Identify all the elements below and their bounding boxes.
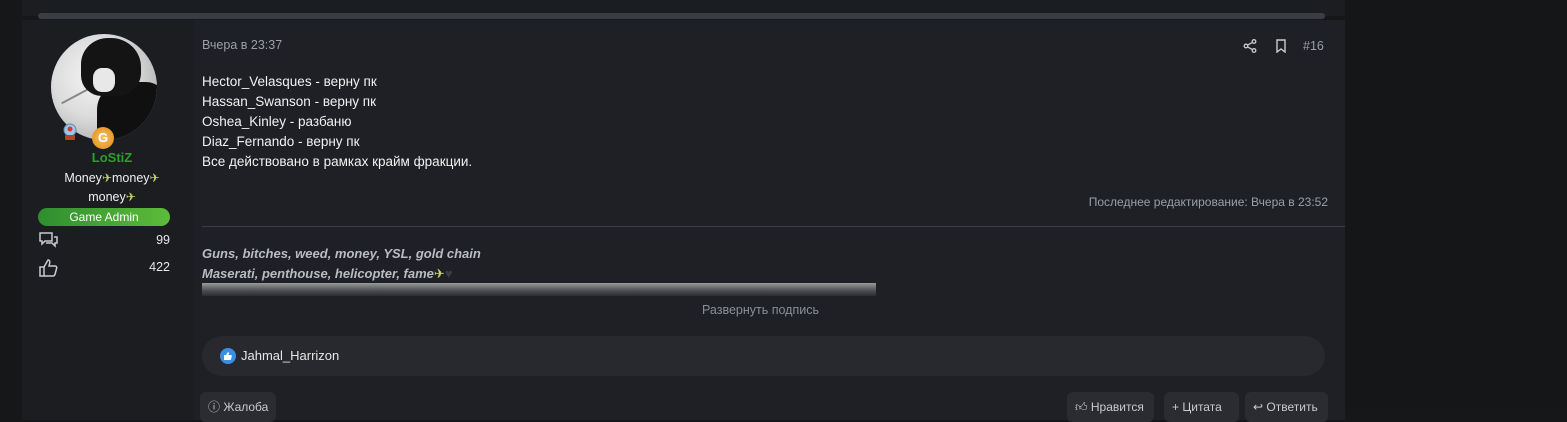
signature-divider — [202, 226, 1345, 227]
user-title: Money✈money✈ money✈ — [42, 169, 182, 207]
post-content: Hector_Velasques - верну пк Hassan_Swans… — [202, 72, 472, 172]
user-title-word: money — [88, 190, 126, 204]
reply-label: Ответить — [1266, 400, 1318, 414]
reactions-count: 422 — [149, 260, 170, 274]
right-gutter — [1345, 0, 1567, 407]
thumbs-up-icon: 👍︎ — [1075, 400, 1088, 414]
like-button[interactable]: 👍︎ Нравится — [1067, 392, 1154, 422]
post-date[interactable]: Вчера в 23:37 — [202, 38, 282, 52]
reaction-users[interactable]: Jahmal_Harrizon — [241, 348, 339, 363]
user-title-word: Money — [64, 171, 102, 185]
money-icon: ✈ — [433, 266, 445, 281]
money-icon: ✈ — [125, 190, 136, 204]
content-line: Oshea_Kinley - разбаню — [202, 114, 352, 129]
messages-icon — [39, 232, 58, 248]
reply-button[interactable]: ↩ Ответить — [1245, 392, 1328, 422]
signature-fade — [202, 283, 876, 296]
signature-line: Maserati, penthouse, helicopter, fame — [202, 266, 434, 281]
heart-icon: ♥ — [444, 266, 453, 281]
money-icon: ✈ — [149, 171, 160, 185]
bookmark-icon[interactable] — [1274, 39, 1288, 53]
report-label: Жалоба — [223, 400, 269, 414]
content-line: Hector_Velasques - верну пк — [202, 74, 377, 89]
last-edited: Последнее редактирование: Вчера в 23:52 — [1088, 195, 1328, 209]
messages-count: 99 — [156, 233, 170, 247]
forum-post: G LoStiZ Money✈money✈ money✈ Game Admin … — [22, 20, 1345, 422]
thumbs-up-icon — [39, 259, 58, 277]
messages-stat[interactable]: 99 — [38, 231, 170, 251]
user-title-word: money — [112, 171, 150, 185]
content-line: Diaz_Fernando - верну пк — [202, 134, 360, 149]
money-icon: ✈ — [101, 171, 112, 185]
snowglobe-badge-icon[interactable] — [62, 123, 78, 141]
quote-label: Цитата — [1182, 400, 1222, 414]
post-main: Вчера в 23:37 #16 Hector_Velasques - вер… — [200, 20, 1345, 422]
reply-icon: ↩ — [1253, 400, 1264, 414]
like-label: Нравится — [1090, 400, 1144, 414]
reactions-bar[interactable]: Jahmal_Harrizon — [202, 336, 1325, 376]
signature: Guns, bitches, weed, money, YSL, gold ch… — [202, 244, 481, 284]
user-info-column: G LoStiZ Money✈money✈ money✈ Game Admin … — [22, 20, 194, 420]
content-line: Все действовано в рамках крайм фракции. — [202, 154, 473, 169]
username[interactable]: LoStiZ — [22, 150, 202, 165]
share-icon[interactable] — [1243, 39, 1257, 53]
quote-button[interactable]: + Цитата — [1164, 392, 1239, 422]
expand-signature-link[interactable]: Развернуть подпись — [702, 303, 819, 317]
g-badge-icon[interactable]: G — [92, 127, 114, 149]
reactions-stat[interactable]: 422 — [38, 258, 170, 278]
like-reaction-icon — [220, 348, 236, 364]
report-icon: ⓘ — [208, 400, 221, 414]
report-button[interactable]: ⓘ Жалоба — [200, 392, 276, 422]
previous-post-separator — [38, 13, 1325, 19]
content-line: Hassan_Swanson - верну пк — [202, 94, 377, 109]
plus-icon: + — [1172, 400, 1180, 414]
post-number[interactable]: #16 — [1303, 39, 1324, 53]
signature-line: Guns, bitches, weed, money, YSL, gold ch… — [202, 246, 481, 261]
role-badge: Game Admin — [38, 208, 170, 226]
